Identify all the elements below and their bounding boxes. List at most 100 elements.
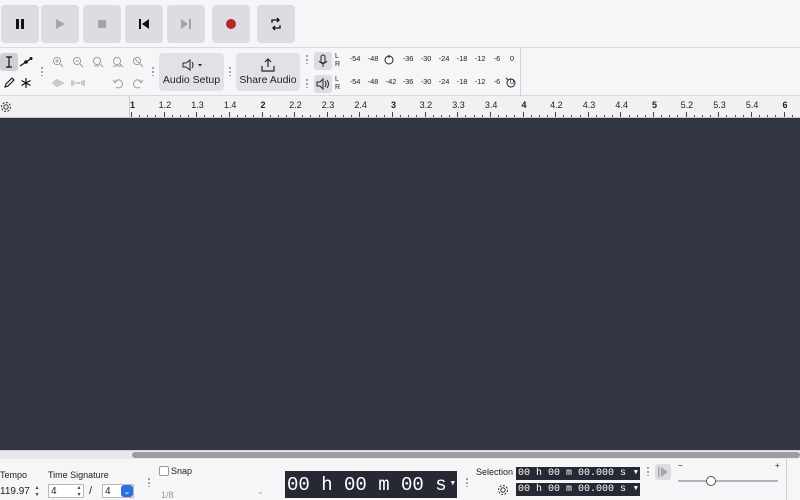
slider-knob[interactable] bbox=[706, 476, 716, 486]
ruler-tick-mark bbox=[490, 112, 491, 117]
transport-toolbar bbox=[0, 0, 800, 48]
snap-checkbox[interactable] bbox=[159, 466, 169, 476]
selection-start-dropdown-icon[interactable]: ▼ bbox=[634, 469, 638, 477]
ruler-tick-mark bbox=[792, 115, 793, 117]
ruler-tick-mark bbox=[335, 115, 336, 117]
toolbar-grip[interactable] bbox=[151, 66, 155, 76]
selection-options-gear-icon[interactable] bbox=[497, 484, 509, 496]
tempo-value[interactable]: 119.97 bbox=[0, 486, 30, 497]
toolbar-grip[interactable] bbox=[465, 477, 469, 487]
ruler-tick-mark bbox=[449, 115, 450, 117]
selection-end-dropdown-icon[interactable]: ▼ bbox=[634, 485, 638, 493]
ruler-tick-label: 3.3 bbox=[452, 100, 465, 110]
ruler-tick-mark bbox=[164, 112, 165, 117]
silence-button[interactable] bbox=[69, 74, 87, 92]
scrollbar-thumb[interactable] bbox=[132, 452, 800, 458]
ruler-tick-mark bbox=[433, 115, 434, 117]
time-display[interactable]: 00 h 00 m 00 s ▼ bbox=[285, 471, 457, 498]
meter-scale-label: -36 bbox=[402, 77, 414, 86]
toolbar-grip[interactable] bbox=[147, 477, 151, 487]
fit-project-button[interactable] bbox=[109, 53, 127, 71]
ruler-tick-mark bbox=[131, 112, 132, 117]
playback-meter-button[interactable] bbox=[314, 74, 332, 93]
toolbar-grip[interactable] bbox=[305, 78, 309, 88]
share-audio-button[interactable]: Share Audio bbox=[236, 53, 300, 91]
draw-tool[interactable] bbox=[0, 74, 18, 92]
trim-button[interactable] bbox=[49, 74, 67, 92]
zoom-out-icon bbox=[72, 56, 84, 68]
pause-icon bbox=[16, 19, 24, 29]
skip-to-end-button[interactable] bbox=[167, 5, 205, 43]
toolbar-grip[interactable] bbox=[646, 466, 650, 476]
audio-setup-button[interactable]: Audio Setup bbox=[159, 53, 224, 91]
playback-speed-slider[interactable] bbox=[678, 474, 780, 488]
zoom-out-button[interactable] bbox=[69, 53, 87, 71]
undo-button[interactable] bbox=[109, 74, 127, 92]
selection-end-field[interactable]: 00 h 00 m 00.000 s ▼ bbox=[516, 483, 640, 496]
meter-scale-label: -18 bbox=[456, 77, 468, 86]
ruler-tick-mark bbox=[474, 115, 475, 117]
skip-to-start-button[interactable] bbox=[125, 5, 163, 43]
channel-right-label: R bbox=[335, 60, 341, 68]
time-format-dropdown-icon[interactable]: ▼ bbox=[451, 480, 455, 488]
ruler-tick-label: 4.4 bbox=[615, 100, 628, 110]
record-meter-button[interactable] bbox=[314, 51, 332, 70]
record-button[interactable] bbox=[212, 5, 250, 43]
timeline-options-gear-icon[interactable] bbox=[0, 101, 12, 113]
stop-button[interactable] bbox=[83, 5, 121, 43]
ruler-tick-mark bbox=[441, 115, 442, 117]
ts-numerator-value: 4 bbox=[51, 485, 57, 497]
ts-denominator-dropdown[interactable]: ⌄ bbox=[121, 485, 133, 497]
playback-meter[interactable]: LR -54 -48 -42 -36 -30 -24 -18 -12 -6 0 bbox=[312, 72, 520, 95]
fit-selection-button[interactable] bbox=[89, 53, 107, 71]
ruler-tick-label: 3 bbox=[391, 100, 397, 110]
toolbar-grip[interactable] bbox=[40, 66, 44, 76]
ruler-tick-mark bbox=[253, 115, 254, 117]
meter-channel-labels: LR bbox=[335, 76, 341, 92]
toolbar-grip[interactable] bbox=[228, 66, 232, 76]
channel-left-label: L bbox=[335, 75, 339, 83]
selection-end-value: 00 h 00 m 00.000 s bbox=[518, 484, 627, 495]
ruler-tick-mark bbox=[629, 115, 630, 117]
recording-meter[interactable]: LR -54 -48 -36 -30 -24 -18 -12 -6 0 bbox=[312, 49, 520, 72]
multi-tool[interactable] bbox=[17, 74, 35, 92]
horizontal-scrollbar[interactable] bbox=[0, 450, 800, 459]
redo-button[interactable] bbox=[129, 74, 147, 92]
snap-dropdown-chevron-icon[interactable]: ⌄ bbox=[257, 487, 264, 496]
track-area[interactable] bbox=[0, 118, 800, 450]
tempo-stepper[interactable]: ▴ ▾ bbox=[33, 485, 41, 499]
selection-label: Selection bbox=[476, 467, 514, 477]
ruler-tick-label: 4 bbox=[521, 100, 527, 110]
envelope-tool[interactable] bbox=[17, 53, 35, 71]
pencil-icon bbox=[4, 77, 15, 88]
ruler-tick-mark bbox=[155, 115, 156, 117]
speaker-icon bbox=[316, 77, 329, 90]
ruler-tick-mark bbox=[555, 112, 556, 117]
ruler-tick-mark bbox=[262, 112, 263, 117]
zoom-selection-icon bbox=[92, 56, 104, 68]
ruler-tick-mark bbox=[229, 112, 230, 117]
play-button[interactable] bbox=[41, 5, 79, 43]
ruler-tick-mark bbox=[645, 115, 646, 117]
toolbar-divider bbox=[520, 48, 521, 96]
meter-scale-label: -30 bbox=[420, 54, 432, 63]
zoom-in-button[interactable] bbox=[49, 53, 67, 71]
ruler-tick-mark bbox=[319, 115, 320, 117]
ruler-tick-mark bbox=[702, 115, 703, 117]
pause-button[interactable] bbox=[1, 5, 39, 43]
share-icon bbox=[261, 58, 275, 72]
snap-value[interactable]: 1/8 bbox=[161, 490, 174, 500]
zoom-toggle-button[interactable] bbox=[129, 53, 147, 71]
selection-start-field[interactable]: 00 h 00 m 00.000 s ▼ bbox=[516, 467, 640, 480]
ruler-tick-mark bbox=[302, 115, 303, 117]
selection-tool[interactable] bbox=[0, 53, 18, 71]
timeline-ruler[interactable]: 1 1.2 1.3 1.4 2 2.2 2.3 2.4 3 3.2 3.3 3.4 4 4.2 4.3 4.4… bbox=[0, 96, 800, 118]
ruler-tick-mark bbox=[147, 115, 148, 117]
toolbar-grip[interactable] bbox=[305, 54, 309, 64]
ruler-tick-mark bbox=[620, 112, 621, 117]
play-at-speed-button[interactable] bbox=[655, 464, 671, 480]
ts-numerator-stepper[interactable]: ▴ ▾ bbox=[75, 485, 83, 499]
record-meter-scale: -54 -48 -36 -30 -24 -18 -12 -6 0 bbox=[347, 49, 520, 72]
loop-button[interactable] bbox=[257, 5, 295, 43]
ruler-tick-label: 1.4 bbox=[223, 100, 237, 110]
